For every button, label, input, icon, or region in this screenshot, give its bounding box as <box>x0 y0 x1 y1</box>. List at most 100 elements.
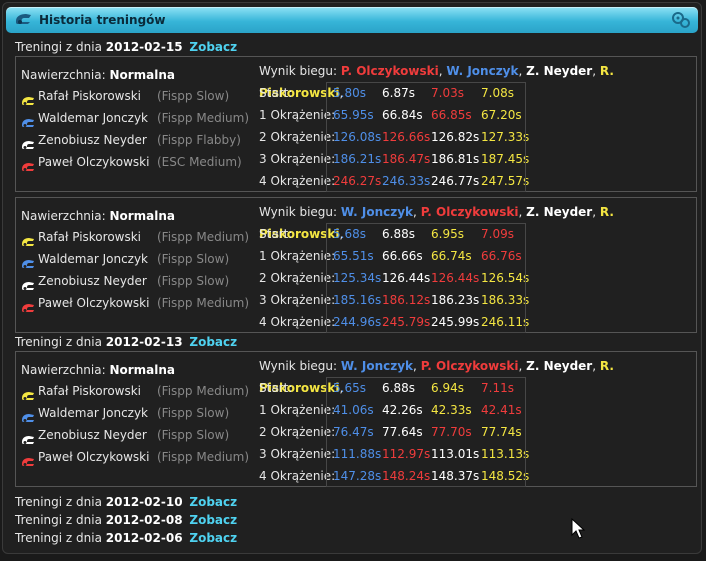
lap-time: 42.33s <box>431 403 472 417</box>
lap-label: 4 Okrążenie: <box>259 469 336 483</box>
lap-time: 186.21s <box>333 152 382 166</box>
training-session: Nawierzchnia: Normalna Rafał Piskorowski (… <box>15 351 697 487</box>
lap-time: 65.51s <box>333 249 374 263</box>
driver-row: Waldemar Jonczyk (Fispp Medium) <box>21 107 253 129</box>
lap-label: 3 Okrążenie: <box>259 152 336 166</box>
lap-time: 247.57s <box>481 174 530 188</box>
driver-name: Waldemar Jonczyk <box>38 111 149 125</box>
lap-time: 126.08s <box>333 130 382 144</box>
result-order: Wynik biegu: P. Olczykowski, W. Jonczyk,… <box>259 64 614 100</box>
lap-time: 127.33s <box>481 130 530 144</box>
day-prefix: Treningi z dnia <box>15 531 102 545</box>
driver-name: Rafał Piskorowski <box>38 89 142 103</box>
lap-time: 186.12s <box>382 293 431 307</box>
view-link[interactable]: Zobacz <box>189 495 237 509</box>
day-prefix: Treningi z dnia <box>15 495 102 509</box>
training-session: Nawierzchnia: Normalna Rafał Piskorowski (… <box>15 56 697 192</box>
lap-time: 77.64s <box>382 425 423 439</box>
day-prefix: Treningi z dnia <box>15 335 102 349</box>
lap-time: 186.33s <box>481 293 530 307</box>
lap-time: 76.47s <box>333 425 374 439</box>
training-history-list: Treningi z dnia 2012-02-15 Zobacz Nawierz… <box>15 38 697 487</box>
lap-label: 3 Okrążenie: <box>259 447 336 461</box>
surface-value: Normalna <box>109 363 176 377</box>
surface-label: Nawierzchnia: <box>21 68 106 82</box>
lap-time: 6.88s <box>382 227 415 241</box>
day-header: Treningi z dnia 2012-02-10 Zobacz <box>15 493 237 511</box>
result-label: Wynik biegu: <box>259 64 338 78</box>
driver-vehicle: (Fispp Medium) <box>157 384 250 398</box>
lap-time: 7.08s <box>481 86 514 100</box>
lap-row: Start: 5.65s 6.88s 6.94s 7.11s <box>259 377 691 399</box>
view-link[interactable]: Zobacz <box>189 40 237 54</box>
lap-label: 3 Okrążenie: <box>259 293 336 307</box>
driver-row: Zenobiusz Neyder (Fispp Slow) <box>21 424 253 446</box>
day-header: Treningi z dnia 2012-02-08 Zobacz <box>15 511 237 529</box>
lap-time: 126.66s <box>382 130 431 144</box>
lap-time: 147.28s <box>333 469 382 483</box>
driver-row: Rafał Piskorowski (Fispp Medium) <box>21 380 253 402</box>
lap-time: 186.47s <box>382 152 431 166</box>
lap-time: 66.66s <box>382 249 423 263</box>
lap-time: 245.99s <box>431 315 480 329</box>
lap-time: 186.23s <box>431 293 480 307</box>
lap-row: 2 Okrążenie: 126.08s 126.66s 126.82s 127.33s <box>259 126 691 148</box>
lap-time: 126.54s <box>481 271 530 285</box>
result-driver: P. Olczykowski <box>340 64 439 78</box>
session-participants: Nawierzchnia: Normalna Rafał Piskorowski (… <box>21 206 253 314</box>
car-logo-icon <box>14 12 32 29</box>
lap-time: 66.85s <box>431 108 472 122</box>
driver-name: Waldemar Jonczyk <box>38 406 149 420</box>
lap-row: 4 Okrążenie: 246.27s 246.33s 246.77s 247.57s <box>259 170 691 192</box>
lap-time: 5.68s <box>333 227 366 241</box>
session-participants: Nawierzchnia: Normalna Rafał Piskorowski (… <box>21 360 253 468</box>
lap-time: 77.70s <box>431 425 472 439</box>
day-header: Treningi z dnia 2012-02-06 Zobacz <box>15 529 237 547</box>
lap-time: 148.37s <box>431 469 480 483</box>
driver-vehicle: (Fispp Slow) <box>157 89 230 103</box>
surface-label: Nawierzchnia: <box>21 209 106 223</box>
driver-row: Zenobiusz Neyder (Fispp Slow) <box>21 270 253 292</box>
day-date: 2012-02-06 <box>105 531 183 545</box>
lap-row: 1 Okrążenie: 65.95s 66.84s 66.85s 67.20s <box>259 104 691 126</box>
view-link[interactable]: Zobacz <box>189 531 237 545</box>
driver-vehicle: (Fispp Medium) <box>157 111 250 125</box>
driver-name: Zenobiusz Neyder <box>38 133 147 147</box>
driver-row: Paweł Olczykowski (Fispp Medium) <box>21 292 253 314</box>
lap-row: 4 Okrążenie: 147.28s 148.24s 148.37s 148.52s <box>259 465 691 487</box>
driver-vehicle: (Fispp Medium) <box>157 296 250 310</box>
lap-row: 4 Okrążenie: 244.96s 245.79s 245.99s 246.11s <box>259 311 691 333</box>
driver-name: Paweł Olczykowski <box>38 155 150 169</box>
lap-time: 67.20s <box>481 108 522 122</box>
car-red-icon <box>21 452 35 474</box>
driver-vehicle: (Fispp Slow) <box>157 274 230 288</box>
day-date: 2012-02-13 <box>105 335 183 349</box>
lap-time: 6.88s <box>382 381 415 395</box>
lap-time: 126.44s <box>431 271 480 285</box>
view-link[interactable]: Zobacz <box>189 513 237 527</box>
lap-row: 3 Okrążenie: 111.88s 112.97s 113.01s 113.13s <box>259 443 691 465</box>
lap-time: 186.81s <box>431 152 480 166</box>
result-driver: W. Jonczyk <box>340 359 414 373</box>
window-title: Historia treningów <box>39 13 166 27</box>
lap-time: 111.88s <box>333 447 382 461</box>
lap-time: 112.97s <box>382 447 431 461</box>
lap-time: 41.06s <box>333 403 374 417</box>
lap-time: 185.16s <box>333 293 382 307</box>
surface-info: Nawierzchnia: Normalna <box>21 65 253 85</box>
result-driver: P. Olczykowski <box>420 205 519 219</box>
driver-row: Waldemar Jonczyk (Fispp Slow) <box>21 402 253 424</box>
session-results: Wynik biegu: P. Olczykowski, W. Jonczyk,… <box>259 60 691 192</box>
lap-row: Start: 5.68s 6.88s 6.95s 7.09s <box>259 223 691 245</box>
driver-name: Paweł Olczykowski <box>38 296 150 310</box>
lap-time: 126.44s <box>382 271 431 285</box>
surface-label: Nawierzchnia: <box>21 363 106 377</box>
car-red-icon <box>21 298 35 320</box>
driver-row: Paweł Olczykowski (Fispp Medium) <box>21 446 253 468</box>
lap-label: Start: <box>259 86 293 100</box>
result-label: Wynik biegu: <box>259 205 338 219</box>
driver-row: Waldemar Jonczyk (Fispp Slow) <box>21 248 253 270</box>
lap-time: 246.11s <box>481 315 530 329</box>
view-link[interactable]: Zobacz <box>189 335 237 349</box>
driver-name: Rafał Piskorowski <box>38 384 142 398</box>
